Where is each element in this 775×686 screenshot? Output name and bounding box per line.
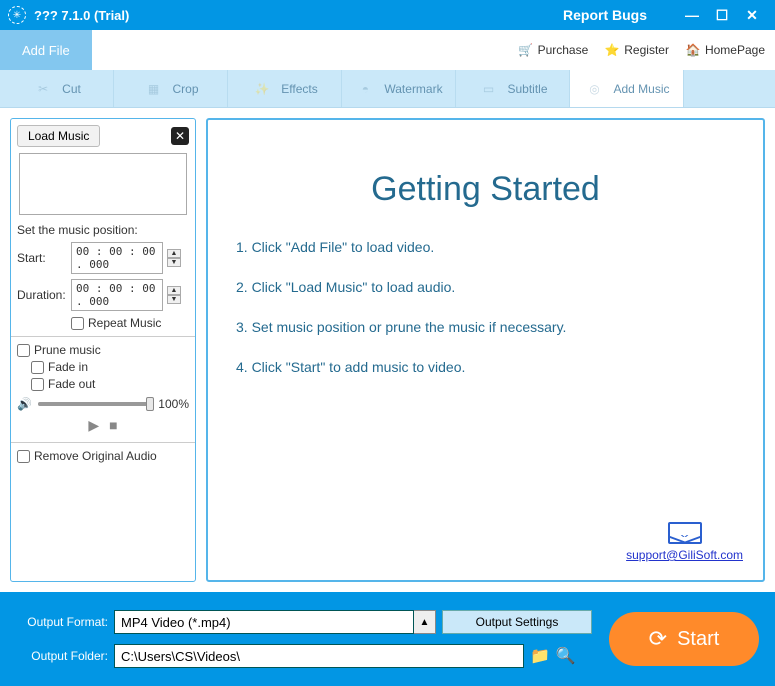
output-format-label: Output Format: <box>16 615 108 629</box>
start-label: Start: <box>17 251 67 265</box>
stop-button[interactable]: ■ <box>109 417 117 434</box>
tab-subtitle[interactable]: ▭ Subtitle <box>456 70 570 107</box>
tab-crop-label: Crop <box>172 82 198 96</box>
remove-original-audio-checkbox[interactable] <box>17 450 30 463</box>
open-folder-icon[interactable]: 🔍 <box>556 646 576 666</box>
volume-slider[interactable] <box>38 402 152 406</box>
speaker-icon: 🔊 <box>17 397 32 411</box>
output-settings-button[interactable]: Output Settings <box>442 610 592 634</box>
report-bugs-link[interactable]: Report Bugs <box>563 7 647 23</box>
tab-subtitle-label: Subtitle <box>507 82 547 96</box>
duration-label: Duration: <box>17 288 67 302</box>
prune-music-label: Prune music <box>34 343 101 357</box>
tab-effects-label: Effects <box>281 82 317 96</box>
output-format-select[interactable] <box>114 610 414 634</box>
minimize-button[interactable]: — <box>677 7 707 23</box>
subtitle-icon: ▭ <box>477 78 499 100</box>
fade-out-checkbox[interactable] <box>31 378 44 391</box>
maximize-button[interactable]: ☐ <box>707 7 737 24</box>
duration-time-input[interactable]: 00 : 00 : 00 . 000 <box>71 279 163 311</box>
support-email-link[interactable]: support@GiliSoft.com <box>626 548 743 562</box>
refresh-icon: ⟳ <box>649 626 667 652</box>
purchase-link[interactable]: 🛒 Purchase <box>518 42 589 58</box>
play-button[interactable]: ▶ <box>88 417 99 434</box>
output-folder-input[interactable] <box>114 644 524 668</box>
tab-watermark[interactable]: ◓ Watermark <box>342 70 456 107</box>
output-format-dropdown-button[interactable]: ▲ <box>414 610 436 634</box>
register-link[interactable]: ⭐ Register <box>604 42 669 58</box>
homepage-link[interactable]: 🏠 HomePage <box>685 42 765 58</box>
purchase-label: Purchase <box>538 43 589 57</box>
volume-value: 100% <box>158 397 189 411</box>
scissors-icon: ✂ <box>32 78 54 100</box>
set-position-label: Set the music position: <box>17 223 189 237</box>
add-file-button[interactable]: Add File <box>0 30 92 70</box>
music-preview-box <box>19 153 187 215</box>
crop-icon: ▦ <box>142 78 164 100</box>
step-2: 2. Click "Load Music" to load audio. <box>236 279 735 295</box>
register-label: Register <box>624 43 669 57</box>
start-spinner[interactable]: ▲▼ <box>167 249 181 267</box>
browse-folder-icon[interactable]: 📁 <box>530 646 550 666</box>
repeat-music-checkbox[interactable] <box>71 317 84 330</box>
repeat-music-label: Repeat Music <box>88 316 161 330</box>
fade-in-checkbox[interactable] <box>31 361 44 374</box>
tab-cut-label: Cut <box>62 82 81 96</box>
disc-icon: ◎ <box>583 78 605 100</box>
tab-watermark-label: Watermark <box>384 82 442 96</box>
tab-effects[interactable]: ✨ Effects <box>228 70 342 107</box>
sparkle-icon: ✨ <box>251 78 273 100</box>
fade-out-label: Fade out <box>48 377 95 391</box>
start-button-label: Start <box>677 628 719 651</box>
duration-spinner[interactable]: ▲▼ <box>167 286 181 304</box>
start-button[interactable]: ⟳ Start <box>609 612 759 666</box>
start-time-input[interactable]: 00 : 00 : 00 . 000 <box>71 242 163 274</box>
clear-music-button[interactable]: ✕ <box>171 127 189 145</box>
close-button[interactable]: ✕ <box>737 7 767 24</box>
tab-cut[interactable]: ✂ Cut <box>0 70 114 107</box>
remove-original-audio-label: Remove Original Audio <box>34 449 157 463</box>
fade-in-label: Fade in <box>48 360 88 374</box>
star-icon: ⭐ <box>604 42 620 58</box>
getting-started-title: Getting Started <box>236 170 735 209</box>
load-music-button[interactable]: Load Music <box>17 125 100 147</box>
output-folder-label: Output Folder: <box>16 649 108 663</box>
tab-crop[interactable]: ▦ Crop <box>114 70 228 107</box>
home-icon: 🏠 <box>685 42 701 58</box>
step-1: 1. Click "Add File" to load video. <box>236 239 735 255</box>
cart-icon: 🛒 <box>518 42 534 58</box>
droplet-icon: ◓ <box>354 78 376 100</box>
main-panel: Getting Started 1. Click "Add File" to l… <box>206 118 765 582</box>
step-3: 3. Set music position or prune the music… <box>236 319 735 335</box>
step-4: 4. Click "Start" to add music to video. <box>236 359 735 375</box>
music-side-panel: Load Music ✕ Set the music position: Sta… <box>10 118 196 582</box>
tab-add-music[interactable]: ◎ Add Music <box>570 70 684 107</box>
window-title: ??? 7.1.0 (Trial) <box>34 8 129 23</box>
app-icon: ✳ <box>8 6 26 24</box>
prune-music-checkbox[interactable] <box>17 344 30 357</box>
homepage-label: HomePage <box>705 43 765 57</box>
envelope-icon <box>668 522 702 544</box>
tab-add-music-label: Add Music <box>613 82 669 96</box>
